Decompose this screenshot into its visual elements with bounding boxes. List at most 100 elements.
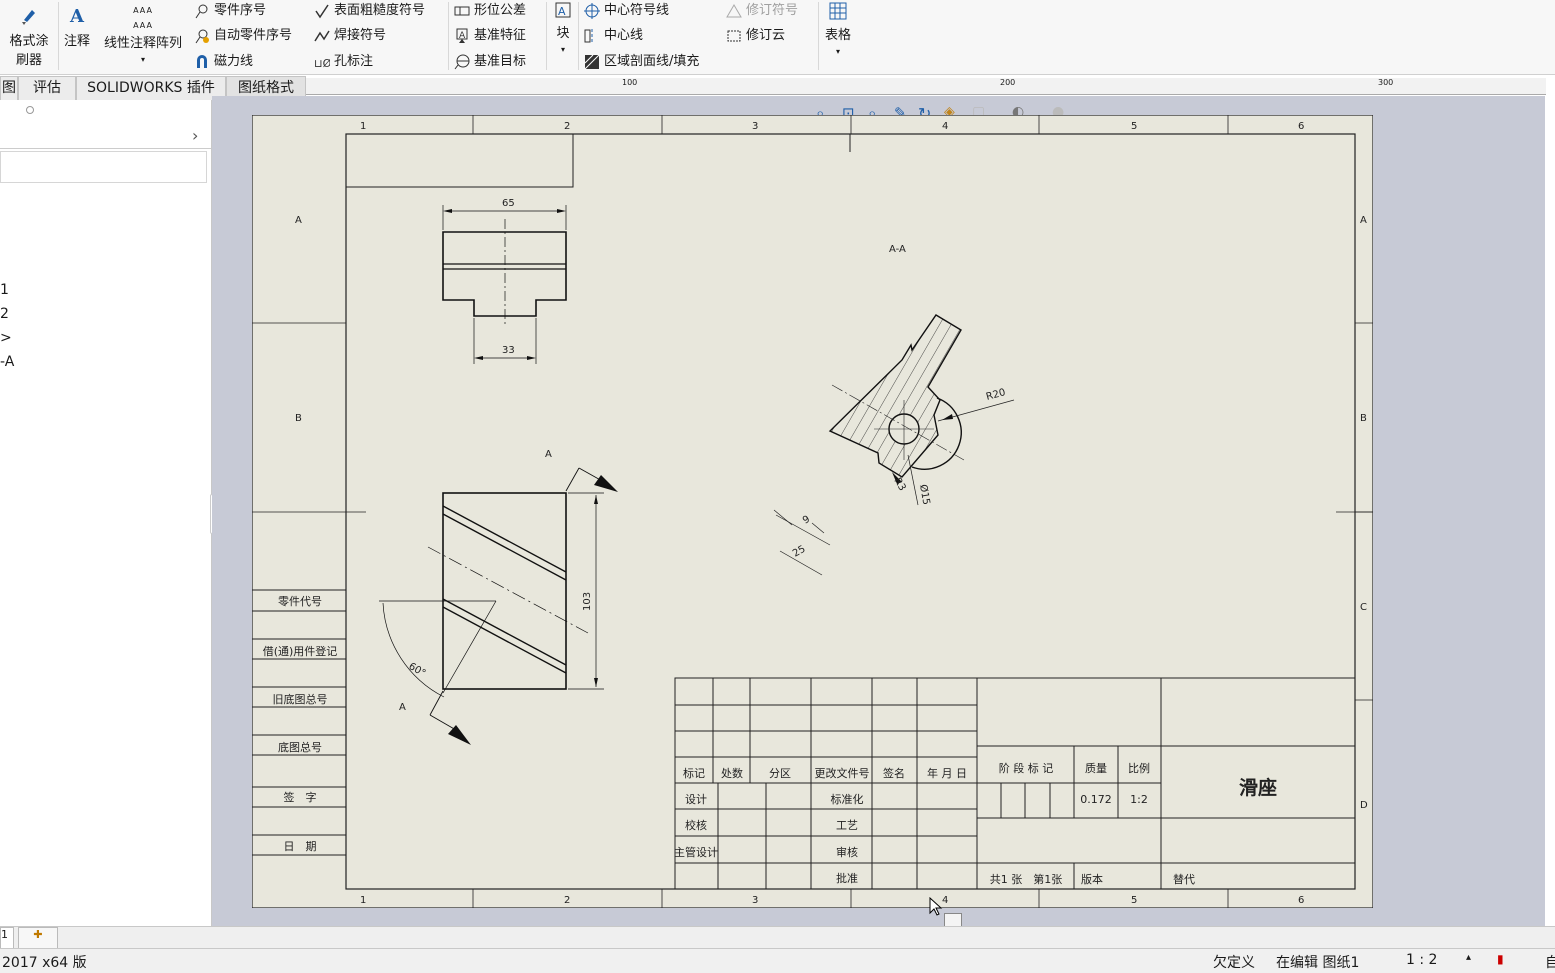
centerline-label: 中心线 [604,28,644,43]
status-customize-label[interactable]: 自 [1545,952,1555,972]
scale-label: 比例 [1128,761,1150,775]
panel-splitter-dot[interactable] [26,106,34,114]
title-block-row-label: 标准化 [831,792,864,806]
panel-expand-chevron-icon[interactable]: › [192,126,198,145]
table-button[interactable]: 表格 ▾ [822,2,854,58]
dropdown-arrow-icon[interactable]: ▾ [836,47,840,56]
auto-balloon-icon [195,29,209,43]
title-block-row-label: 校核 [685,818,707,832]
hole-callout-button[interactable]: ⊔Ø 孔标注 [314,50,373,70]
zone-col-label: 2 [564,121,570,132]
zone-col-label: 6 [1298,895,1304,906]
status-version: 2017 x64 版 [2,955,87,971]
title-block-row-label: 工艺 [836,819,858,832]
datum-target-button[interactable]: 基准目标 [454,50,526,70]
ribbon-separator [58,2,59,70]
dimension-text-33[interactable]: 33 [502,345,515,356]
surface-finish-label: 表面粗糙度符号 [334,3,426,18]
status-scale[interactable]: 1 : 2 [1406,952,1437,968]
tab-evaluate[interactable]: 评估 [18,76,76,100]
note-a-icon: A [69,6,85,27]
tree-item[interactable]: -A [0,354,14,370]
revision-cloud-button[interactable]: 修订云 [726,24,785,44]
surface-finish-button[interactable]: 表面粗糙度符号 [314,0,425,19]
block-button[interactable]: A 块 ▾ [552,2,574,56]
panel-filter-field[interactable] [0,151,207,183]
title-block-row-label: 批准 [836,871,858,885]
drawing-sheet[interactable]: 1 2 3 4 5 6 1 2 3 4 5 6 A B A B C D 零件代号… [252,115,1373,908]
cut-label-top[interactable]: A [545,449,552,460]
balloon-button[interactable]: 零件序号 [194,0,266,19]
zone-col-label: 3 [752,895,758,906]
hatch-icon [584,54,600,69]
table-label: 表格 [824,28,851,43]
title-block-header: 标记 [683,766,705,780]
center-mark-button[interactable]: 中心符号线 [584,0,669,19]
gtol-icon [454,6,470,15]
revision-symbol-button[interactable]: 修订符号 [726,0,798,19]
scale-value[interactable]: 1:2 [1130,793,1148,806]
centerline-button[interactable]: 中心线 [584,24,643,44]
tree-item[interactable]: 1 [0,282,9,298]
command-manager-ribbon: 格式涂 刷器 A 注释 AAA AAA 线性注释阵列 ▾ 零件序号 自动零件序号 … [0,0,1555,75]
mass-value[interactable]: 0.172 [1080,793,1112,806]
mass-label: 质量 [1085,762,1107,775]
ruler-mark: 100 [622,78,638,87]
ribbon-separator [546,2,547,70]
tab-label: 图纸格式 [238,80,294,96]
horizontal-ruler: 100 200 300 [306,78,1546,95]
status-bar: 2017 x64 版 欠定义 在编辑 图纸1 1 : 2 ▴ ▮ 自 [0,948,1555,973]
geometric-tolerance-label: 形位公差 [474,3,527,18]
dropdown-arrow-icon[interactable]: ▾ [561,45,565,54]
tree-item[interactable]: > [0,330,12,346]
revision-symbol-label: 修订符号 [746,3,799,18]
area-hatch-button[interactable]: 区域剖面线/填充 [584,50,699,70]
svg-text:⊔Ø: ⊔Ø [314,57,330,70]
title-block-header: 年 月 日 [927,766,967,780]
tab-view[interactable]: 图 [0,76,18,100]
dimension-text-103[interactable]: 103 [582,592,593,611]
zone-col-label: 4 [942,121,948,132]
status-underdefined: 欠定义 [1213,955,1255,971]
datum-feature-button[interactable]: A 基准特征 [454,24,526,44]
datum-feature-label: 基准特征 [474,28,527,43]
side-table-cell: 借(通)用件登记 [263,644,338,658]
svg-text:A: A [459,31,466,41]
format-painter-label: 格式涂 [9,34,49,49]
ruler-mark: 200 [1000,78,1016,87]
hole-callout-label: 孔标注 [334,54,374,69]
dropdown-arrow-icon[interactable]: ▾ [141,55,145,64]
note-button[interactable]: A 注释 [62,4,92,49]
status-rebuild-icon[interactable]: ▮ [1497,952,1504,966]
sheet-tab-model[interactable]: 1 [0,927,14,949]
tab-label: 图 [2,80,16,96]
status-up-arrow-icon[interactable]: ▴ [1466,952,1471,963]
title-block-header: 分区 [769,767,791,780]
linear-note-pattern-button[interactable]: AAA AAA 线性注释阵列 ▾ [100,2,186,66]
magnetic-line-button[interactable]: 磁力线 [194,50,253,70]
format-painter-button[interactable]: 格式涂 刷器 [4,4,54,68]
zone-row-label: A [1360,215,1367,226]
weld-symbol-button[interactable]: 焊接符号 [314,24,386,44]
balloon-icon [195,4,208,18]
datum-feature-icon: A [456,28,468,43]
zone-row-label: D [1360,800,1368,811]
status-editing-sheet: 在编辑 图纸1 [1276,955,1360,971]
cut-label-bottom[interactable]: A [399,702,406,713]
area-hatch-label: 区域剖面线/填充 [604,54,700,69]
tree-item[interactable]: 2 [0,306,9,322]
side-table-cell: 日 期 [284,840,317,853]
version-label: 版本 [1081,872,1103,886]
revision-cloud-label: 修订云 [746,28,786,43]
geometric-tolerance-button[interactable]: 形位公差 [454,0,526,19]
dimension-text-65[interactable]: 65 [502,198,515,209]
zone-col-label: 3 [752,121,758,132]
section-view-label[interactable]: A-A [889,244,906,255]
title-block-header: 更改文件号 [815,766,870,780]
zone-col-label: 5 [1131,895,1137,906]
auto-balloon-button[interactable]: 自动零件序号 [194,24,292,44]
svg-text:A: A [69,6,85,26]
part-name[interactable]: 滑座 [1239,776,1277,799]
tab-solidworks-addins[interactable]: SOLIDWORKS 插件 [76,76,226,100]
sheet-tab-add-icon[interactable]: ✚ [18,927,58,949]
